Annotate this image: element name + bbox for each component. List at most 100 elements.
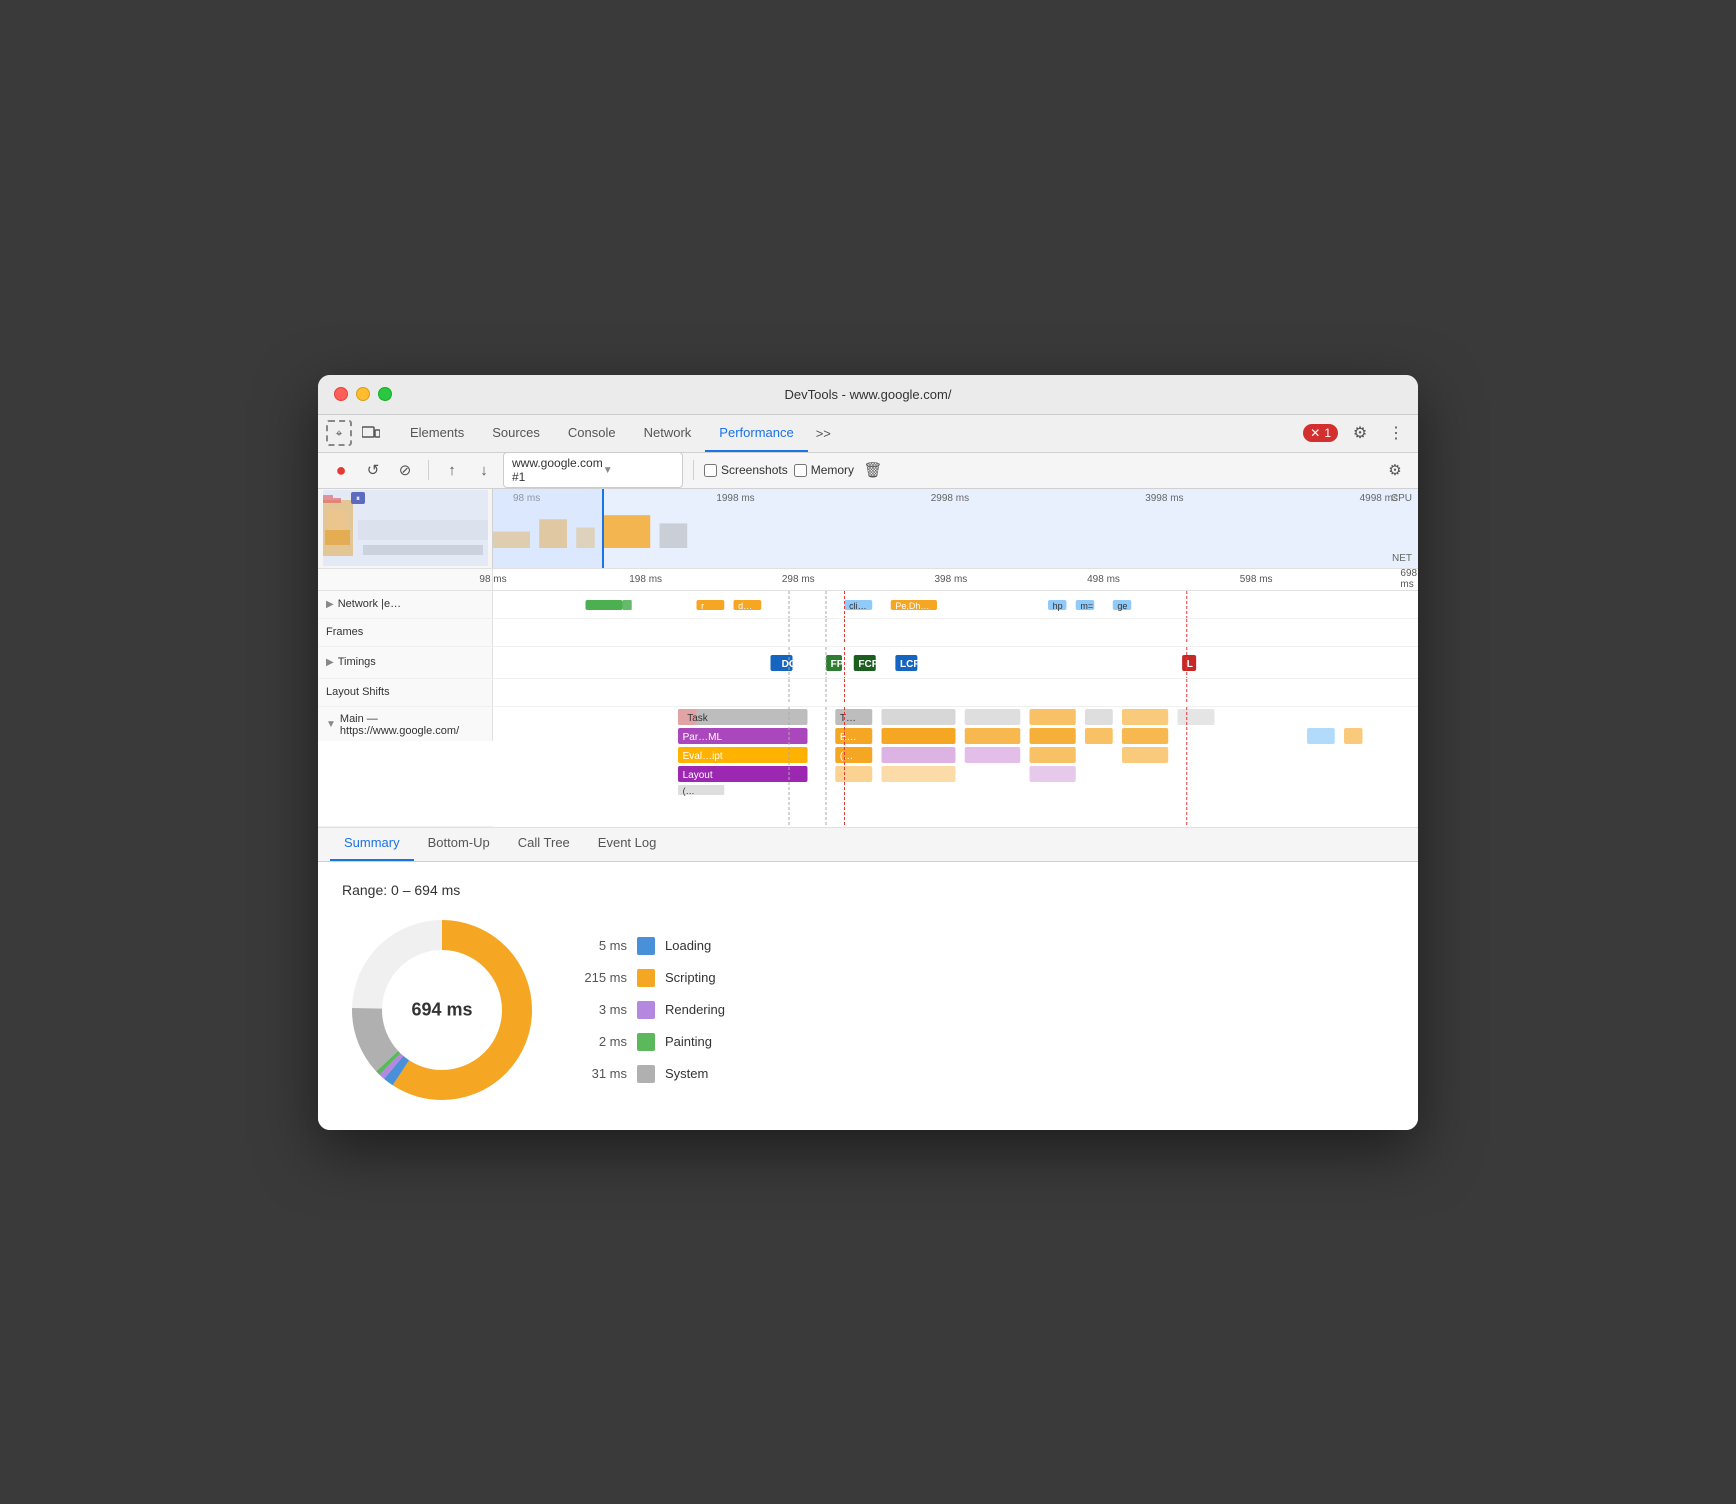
rendering-label: Rendering: [665, 1002, 725, 1017]
tab-bottom-up[interactable]: Bottom-Up: [414, 827, 504, 861]
t-598: 598 ms: [1240, 574, 1273, 585]
svg-text:Layout: Layout: [683, 770, 713, 781]
svg-text:hp: hp: [1053, 601, 1063, 611]
settings-icon[interactable]: ⚙: [1346, 419, 1374, 447]
main-label: ▼ Main — https://www.google.com/: [318, 707, 493, 741]
time-ruler-row: 98 ms 198 ms 298 ms 398 ms 498 ms 598 ms…: [318, 569, 1418, 591]
legend-painting: 2 ms Painting: [582, 1033, 725, 1051]
svg-text:⏸: ⏸: [356, 494, 360, 503]
upload-button[interactable]: ↑: [439, 457, 465, 483]
bottom-tabs: Summary Bottom-Up Call Tree Event Log: [318, 828, 1418, 862]
tab-elements[interactable]: Elements: [396, 414, 478, 452]
reload-button[interactable]: ↺: [360, 457, 386, 483]
system-ms: 31 ms: [582, 1066, 627, 1081]
main-row: ▼ Main — https://www.google.com/ Task T…: [318, 707, 1418, 827]
minimize-button[interactable]: [356, 387, 370, 401]
frames-content: [493, 619, 1418, 646]
tick-3: 3998 ms: [1145, 493, 1183, 504]
tick-1: 1998 ms: [716, 493, 754, 504]
timings-row: ▶ Timings DCL FP FCP: [318, 647, 1418, 679]
t-398: 398 ms: [934, 574, 967, 585]
scripting-label: Scripting: [665, 970, 716, 985]
painting-ms: 2 ms: [582, 1034, 627, 1049]
devtools-window: DevTools - www.google.com/ ⌖ Elements So…: [318, 375, 1418, 1130]
maximize-button[interactable]: [378, 387, 392, 401]
svg-text:LCP: LCP: [900, 659, 920, 670]
record-button[interactable]: ●: [328, 457, 354, 483]
delete-button[interactable]: 🗑: [860, 457, 886, 483]
net-label: NET: [1392, 553, 1412, 564]
tick-2: 2998 ms: [931, 493, 969, 504]
tabs-bar: ⌖ Elements Sources Console Network Perfo…: [318, 415, 1418, 453]
svg-text:FP: FP: [831, 659, 844, 670]
error-icon: ✕: [1310, 426, 1320, 440]
tab-sources[interactable]: Sources: [478, 414, 554, 452]
svg-text:L: L: [1187, 659, 1193, 670]
legend-loading: 5 ms Loading: [582, 937, 725, 955]
download-button[interactable]: ↓: [471, 457, 497, 483]
more-tabs[interactable]: >>: [808, 426, 839, 441]
ruler-ticks: 98 ms 1998 ms 2998 ms 3998 ms 4998 ms: [493, 489, 1418, 504]
titlebar: DevTools - www.google.com/: [318, 375, 1418, 415]
close-button[interactable]: [334, 387, 348, 401]
responsive-icon[interactable]: [358, 420, 384, 446]
toolbar-right: ⚙: [1382, 457, 1408, 483]
memory-group: Memory: [794, 463, 854, 477]
timings-label: ▶ Timings: [318, 647, 493, 678]
system-label: System: [665, 1066, 708, 1081]
summary-range: Range: 0 – 694 ms: [342, 882, 1394, 898]
layout-shifts-label: Layout Shifts: [318, 679, 493, 706]
svg-text:DCL: DCL: [782, 659, 803, 670]
tabs-right: ✕ 1 ⚙ ⋮: [1303, 419, 1410, 447]
svg-text:(…: (…: [840, 751, 853, 762]
svg-text:d…: d…: [738, 601, 752, 611]
svg-text:Eval…ipt: Eval…ipt: [683, 751, 723, 762]
svg-text:(…: (…: [683, 786, 695, 796]
tab-performance[interactable]: Performance: [705, 414, 807, 452]
performance-toolbar: ● ↺ ⊘ ↑ ↓ www.google.com #1 ▼ Screenshot…: [318, 453, 1418, 489]
error-badge[interactable]: ✕ 1: [1303, 424, 1338, 442]
screenshots-checkbox[interactable]: [704, 464, 717, 477]
tab-event-log[interactable]: Event Log: [584, 827, 671, 861]
memory-checkbox[interactable]: [794, 464, 807, 477]
donut-center: 694 ms: [411, 999, 472, 1020]
network-label: ▶ Network |e…: [318, 591, 493, 618]
tab-call-tree[interactable]: Call Tree: [504, 827, 584, 861]
timeline-thumbnail: ⏸: [318, 489, 493, 568]
svg-text:T…: T…: [840, 713, 856, 724]
svg-text:Task: Task: [687, 713, 709, 724]
network-row: ▶ Network |e… r d… cl: [318, 591, 1418, 619]
screenshots-group: Screenshots: [704, 463, 788, 477]
timings-content: DCL FP FCP LCP L: [493, 647, 1418, 678]
cursor-icon[interactable]: ⌖: [326, 420, 352, 446]
tab-network[interactable]: Network: [630, 414, 706, 452]
layout-shifts-row: Layout Shifts: [318, 679, 1418, 707]
svg-text:FCP: FCP: [858, 659, 878, 670]
perf-settings-button[interactable]: ⚙: [1382, 457, 1408, 483]
timeline-ruler-overview: 98 ms 1998 ms 2998 ms 3998 ms 4998 ms: [493, 489, 1418, 568]
url-dropdown[interactable]: www.google.com #1 ▼: [503, 452, 683, 488]
t-98: 98 ms: [479, 574, 506, 585]
summary-panel: Range: 0 – 694 ms: [318, 862, 1418, 1130]
screenshots-label: Screenshots: [721, 463, 788, 477]
t-198: 198 ms: [629, 574, 662, 585]
t-698: 698 ms: [1400, 568, 1417, 590]
svg-text:Par…ML: Par…ML: [683, 732, 723, 743]
error-count: 1: [1324, 426, 1331, 440]
loading-ms: 5 ms: [582, 938, 627, 953]
loading-label: Loading: [665, 938, 711, 953]
tab-summary[interactable]: Summary: [330, 827, 414, 861]
timeline-overview: ⏸ 98 ms 1998 ms 2998 ms 3998 ms 4998 ms: [318, 489, 1418, 569]
ruler-label-area: [318, 569, 493, 590]
svg-text:cli…: cli…: [849, 601, 867, 611]
t-298: 298 ms: [782, 574, 815, 585]
legend-system: 31 ms System: [582, 1065, 725, 1083]
frames-label: Frames: [318, 619, 493, 646]
scripting-color: [637, 969, 655, 987]
svg-text:m=: m=: [1080, 601, 1093, 611]
time-ruler-ticks: 98 ms 198 ms 298 ms 398 ms 498 ms 598 ms…: [493, 569, 1418, 590]
scripting-ms: 215 ms: [582, 970, 627, 985]
clear-button[interactable]: ⊘: [392, 457, 418, 483]
more-options-icon[interactable]: ⋮: [1382, 419, 1410, 447]
tab-console[interactable]: Console: [554, 414, 630, 452]
